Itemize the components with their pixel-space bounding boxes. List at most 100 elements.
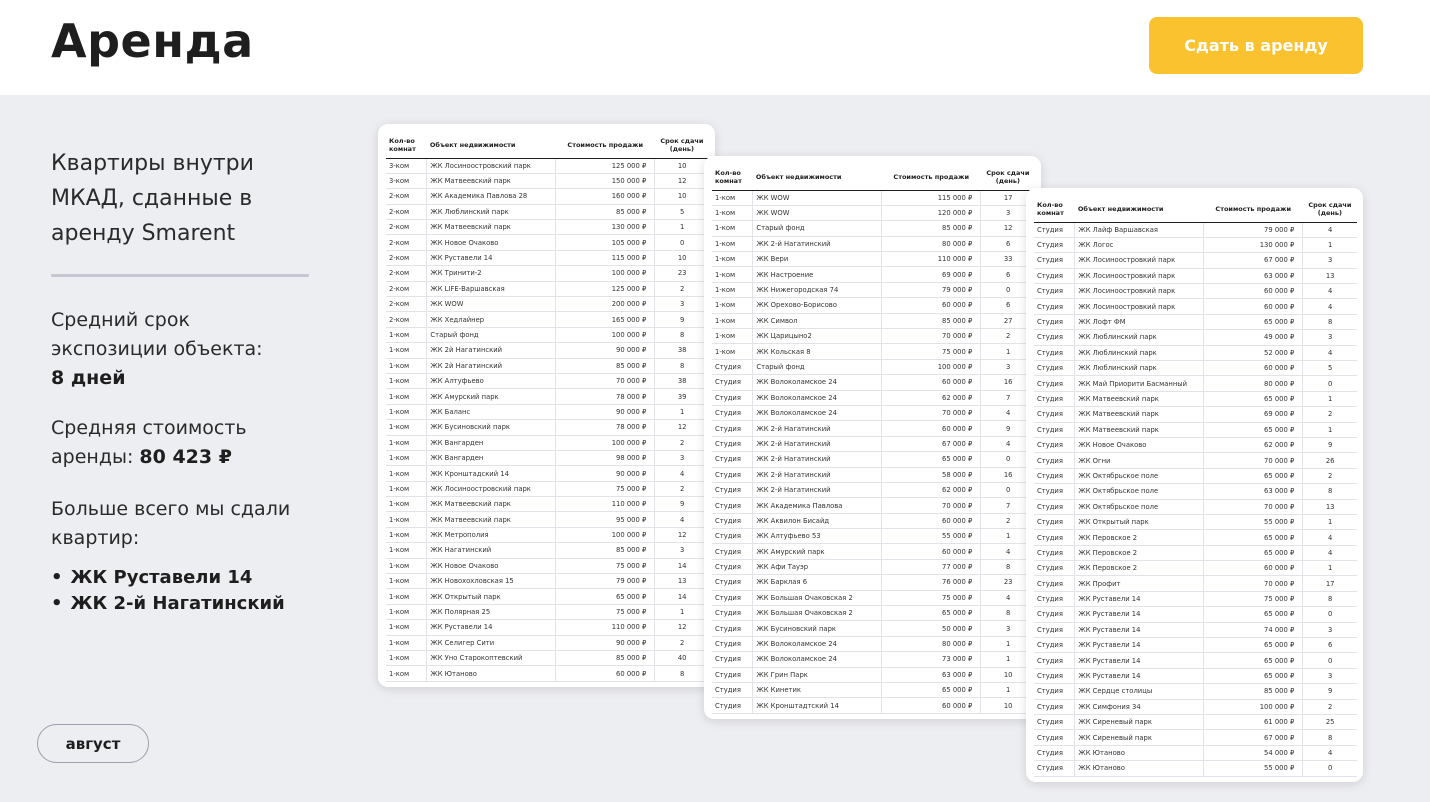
table-row: Студия ЖК Логос 130 000 ₽1	[1034, 237, 1357, 254]
rooms-cell: Студия	[712, 374, 753, 391]
table-row: 2-ком ЖК Матвеевский парк 130 000 ₽1	[386, 219, 709, 236]
term-cell: 14	[654, 588, 709, 605]
price-cell: 115 000 ₽	[555, 250, 655, 267]
price-cell: 49 000 ₽	[1203, 329, 1303, 346]
price-cell: 65 000 ₽	[1203, 391, 1303, 408]
property-cell: ЖК Грин Парк	[752, 667, 882, 684]
term-cell: 4	[1302, 298, 1357, 315]
rooms-cell: Студия	[712, 590, 753, 607]
table-row: Студия ЖК Лосиноостровкий парк 60 000 ₽4	[1034, 283, 1357, 300]
property-cell: ЖК Амурский парк	[426, 388, 556, 405]
property-cell: ЖК Профит	[1074, 575, 1204, 592]
rooms-cell: Студия	[1034, 499, 1075, 515]
price-cell: 65 000 ₽	[1203, 529, 1303, 546]
term-cell: 26	[1302, 452, 1357, 469]
price-cell: 70 000 ₽	[881, 497, 981, 514]
rental-table: Кол-во комнат Объект недвижимости Стоимост…	[712, 164, 1035, 714]
exposure-stat: Средний срок экспозиции объекта: 8 дней	[51, 306, 311, 393]
rooms-cell: Студия	[1034, 591, 1075, 608]
table-row: Студия ЖК Волоколамское 24 70 000 ₽4	[712, 405, 1035, 422]
table-row: 2-ком ЖК Хедлайнер 165 000 ₽9	[386, 311, 709, 328]
table-row: Студия ЖК Люблинский парк 52 000 ₽4	[1034, 345, 1357, 362]
table-row: Студия ЖК Перовское 2 65 000 ₽4	[1034, 529, 1357, 546]
property-cell: ЖК Перовское 2	[1074, 560, 1204, 577]
rooms-cell: Студия	[712, 543, 753, 560]
rooms-cell: Студия	[712, 682, 753, 699]
price-cell: 85 000 ₽	[881, 220, 981, 237]
rental-table: Кол-во комнат Объект недвижимости Стоимост…	[386, 132, 709, 682]
term-cell: 38	[654, 373, 709, 390]
property-cell: ЖК Симфония 34	[1074, 699, 1204, 716]
month-filter-button[interactable]: август	[37, 724, 149, 763]
table-row: Студия ЖК Лофт ФМ 65 000 ₽8	[1034, 314, 1357, 331]
rooms-cell: Студия	[1034, 422, 1075, 438]
term-cell: 3	[1302, 622, 1357, 639]
rooms-cell: Студия	[1034, 483, 1075, 500]
term-cell: 4	[1302, 222, 1357, 238]
price-cell: 65 000 ₽	[1203, 545, 1303, 562]
rooms-cell: Студия	[1034, 637, 1075, 654]
price-cell: 60 000 ₽	[881, 420, 981, 437]
property-cell: ЖК Октябрьское поле	[1074, 483, 1204, 500]
price-cell: 85 000 ₽	[555, 358, 655, 374]
property-cell: ЖК 2-й Нагатинский	[752, 451, 882, 468]
price-cell: 69 000 ₽	[1203, 406, 1303, 423]
property-cell: ЖК Нагатинский	[426, 542, 556, 559]
exposure-value: 8 дней	[51, 367, 126, 389]
rooms-cell: Студия	[1034, 668, 1075, 685]
price-cell: 160 000 ₽	[555, 188, 655, 205]
property-cell: ЖК Академика Павлова	[752, 497, 882, 514]
price-cell: 76 000 ₽	[881, 574, 981, 591]
term-cell: 9	[654, 496, 709, 513]
rooms-cell: 1-ком	[386, 465, 427, 482]
rooms-cell: 1-ком	[386, 573, 427, 590]
exposure-label: Средний срок экспозиции объекта:	[51, 309, 263, 360]
table-row: 1-ком ЖК WOW 115 000 ₽17	[712, 190, 1035, 206]
property-cell: ЖК Лосиноостровский парк	[426, 158, 556, 174]
price-cell: 125 000 ₽	[555, 158, 655, 174]
table-row: Студия ЖК Амурский парк 60 000 ₽4	[712, 543, 1035, 560]
price-header: Стоимость продажи	[1203, 196, 1303, 223]
rooms-cell: Студия	[1034, 437, 1075, 454]
price-cell: 60 000 ₽	[881, 697, 981, 714]
table-row: 2-ком ЖК Люблинский парк 85 000 ₽5	[386, 204, 709, 221]
price-cell: 60 000 ₽	[1203, 360, 1303, 377]
rooms-cell: 1-ком	[386, 435, 427, 451]
property-cell: ЖК Афи Тауэр	[752, 559, 882, 576]
table-row: 2-ком ЖК Новое Очаково 105 000 ₽0	[386, 234, 709, 251]
rooms-cell: Студия	[712, 574, 753, 591]
table-row: 1-ком ЖК Метрополия 100 000 ₽12	[386, 527, 709, 544]
price-cell: 73 000 ₽	[881, 651, 981, 668]
property-cell: ЖК Открытый парк	[1074, 514, 1204, 531]
most-rented-label: Больше всего мы сдали квартир:	[51, 498, 291, 549]
rooms-cell: Студия	[712, 636, 753, 653]
property-cell: ЖК Новохохловская 15	[426, 573, 556, 590]
rent-out-button[interactable]: Сдать в аренду	[1149, 17, 1363, 74]
property-cell: ЖК 2-й Нагатинский	[752, 467, 882, 483]
property-cell: ЖК Люблинский парк	[426, 204, 556, 221]
table-row: 2-ком ЖК WOW 200 000 ₽3	[386, 296, 709, 313]
rooms-cell: 1-ком	[386, 558, 427, 575]
table-row: 1-ком ЖК Орехово-Борисово 60 000 ₽6	[712, 297, 1035, 314]
rooms-cell: 1-ком	[386, 419, 427, 436]
table-row: Студия ЖК Большая Очаковская 2 65 000 ₽8	[712, 605, 1035, 622]
term-cell: 4	[1302, 545, 1357, 562]
price-cell: 98 000 ₽	[555, 450, 655, 467]
table-row: 1-ком ЖК Настроение 69 000 ₽6	[712, 266, 1035, 283]
price-cell: 120 000 ₽	[881, 205, 981, 222]
property-cell: ЖК 2-й Нагатинский	[752, 482, 882, 499]
rooms-cell: 1-ком	[386, 373, 427, 390]
table-row: 1-ком ЖК 2-й Нагатинский 80 000 ₽6	[712, 236, 1035, 253]
property-cell: ЖК Баланс	[426, 404, 556, 421]
term-header: Срок сдачи (день)	[654, 132, 709, 159]
table-row: 1-ком ЖК Кронштадский 14 90 000 ₽4	[386, 465, 709, 482]
rooms-cell: 1-ком	[386, 481, 427, 498]
rooms-cell: Студия	[712, 651, 753, 668]
property-cell: ЖК Новое Очаково	[1074, 437, 1204, 454]
property-cell: ЖК Лайф Варшавская	[1074, 222, 1204, 238]
rooms-cell: Студия	[712, 497, 753, 514]
table-row: Студия ЖК Руставели 14 65 000 ₽0	[1034, 606, 1357, 623]
price-cell: 165 000 ₽	[555, 311, 655, 328]
property-cell: ЖК Царицыно2	[752, 328, 882, 345]
price-cell: 67 000 ₽	[1203, 729, 1303, 746]
